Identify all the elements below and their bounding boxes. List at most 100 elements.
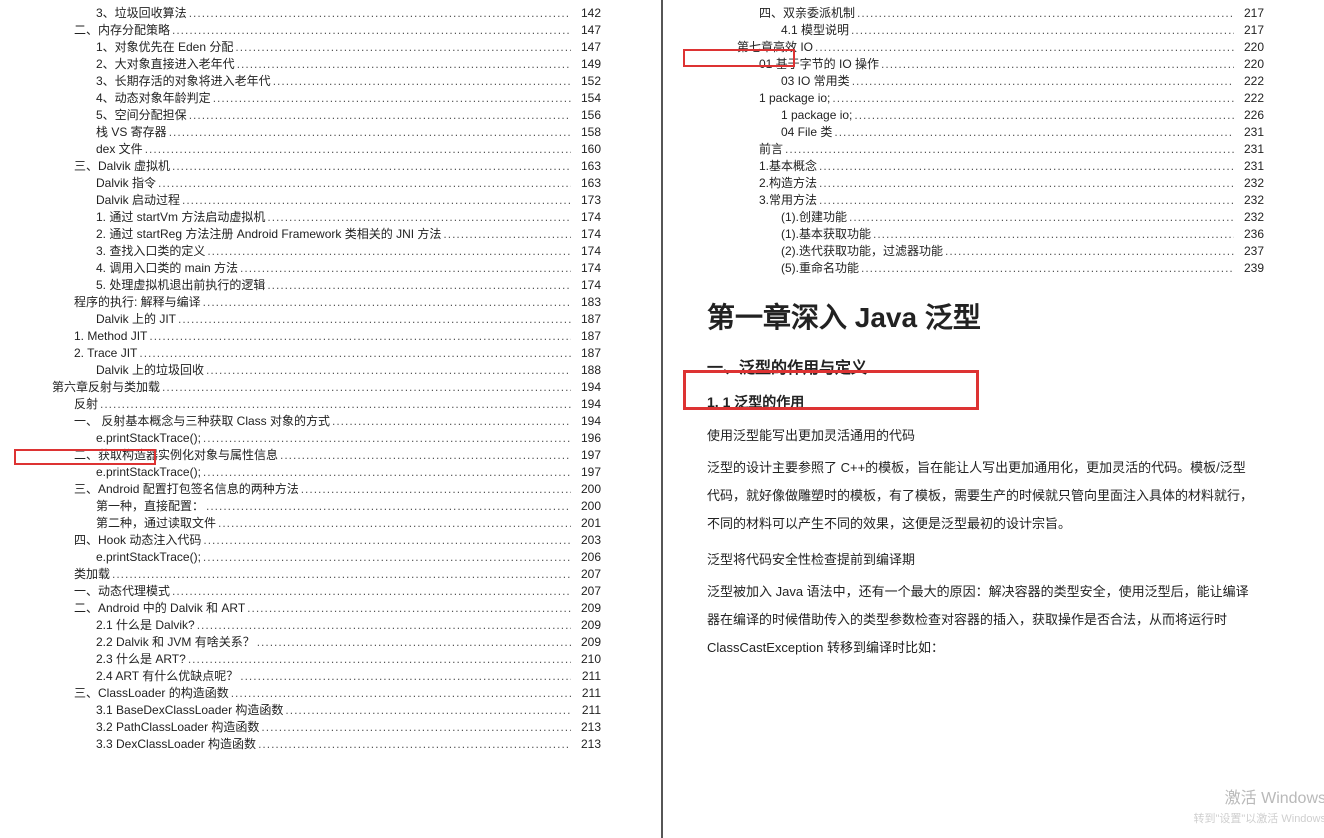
toc-entry[interactable]: 第一种，直接配置：...............................… [22,498,601,514]
toc-entry[interactable]: 1. 通过 startVm 方法启动虚拟机...................… [22,209,601,225]
toc-entry[interactable]: 1.基本概念..................................… [685,158,1264,174]
left-page: 3、垃圾回收算法................................… [0,0,661,838]
toc-entry[interactable]: 第二种，通过读取文件..............................… [22,515,601,531]
toc-entry[interactable]: Dalvik 指令...............................… [22,175,601,191]
toc-page-number: 173 [573,192,601,208]
toc-entry[interactable]: 3.3 DexClassLoader 构造函数.................… [22,736,601,752]
toc-entry[interactable]: 2、大对象直接进入老年代............................… [22,56,601,72]
toc-leader-dots: ........................................… [235,39,571,55]
toc-entry[interactable]: 1 package io;...........................… [685,90,1264,106]
toc-label: 2.1 什么是 Dalvik? [96,617,195,633]
toc-entry[interactable]: 2.4 ART 有什么优缺点呢？........................… [22,668,601,684]
toc-leader-dots: ........................................… [819,192,1234,208]
toc-entry[interactable]: 3. 查找入口类的定义.............................… [22,243,601,259]
toc-entry[interactable]: 4. 调用入口类的 main 方法.......................… [22,260,601,276]
toc-entry[interactable]: 04 File 类...............................… [685,124,1264,140]
toc-leader-dots: ........................................… [162,379,571,395]
toc-page-number: 226 [1236,107,1264,123]
toc-leader-dots: ........................................… [240,260,571,276]
toc-entry[interactable]: 4、动态对象年龄判定..............................… [22,90,601,106]
toc-entry[interactable]: 二、Android 中的 Dalvik 和 ART...............… [22,600,601,616]
toc-entry[interactable]: 4.1 模型说明................................… [685,22,1264,38]
toc-page-number: 209 [573,634,601,650]
toc-page-number: 187 [573,328,601,344]
toc-entry[interactable]: 03 IO 常用类...............................… [685,73,1264,89]
toc-leader-dots: ........................................… [172,158,571,174]
toc-entry[interactable]: 3.2 PathClassLoader 构造函数................… [22,719,601,735]
toc-leader-dots: ........................................… [206,362,571,378]
toc-entry[interactable]: 3、长期存活的对象将进入老年代.........................… [22,73,601,89]
toc-label: 第一种，直接配置： [96,498,204,514]
toc-entry[interactable]: 三、Dalvik 虚拟机............................… [22,158,601,174]
toc-page-number: 187 [573,345,601,361]
toc-label: (2).迭代获取功能，过滤器功能 [781,243,943,259]
toc-entry[interactable]: e.printStackTrace();....................… [22,464,601,480]
toc-leader-dots: ........................................… [149,328,571,344]
toc-entry[interactable]: Dalvik 启动过程.............................… [22,192,601,208]
highlight-chapter-6 [14,449,156,465]
toc-leader-dots: ........................................… [332,413,571,429]
toc-page-number: 207 [573,583,601,599]
toc-entry[interactable]: 3.常用方法..................................… [685,192,1264,208]
toc-entry[interactable]: 1. Method JIT...........................… [22,328,601,344]
toc-entry[interactable]: dex 文件..................................… [22,141,601,157]
toc-label: e.printStackTrace(); [96,549,201,565]
toc-entry[interactable]: (2).迭代获取功能，过滤器功能........................… [685,243,1264,259]
toc-page-number: 160 [573,141,601,157]
toc-entry[interactable]: 1、对象优先在 Eden 分配.........................… [22,39,601,55]
toc-page-number: 163 [573,158,601,174]
toc-entry[interactable]: Dalvik 上的垃圾回收...........................… [22,362,601,378]
toc-entry[interactable]: 1 package io;...........................… [685,107,1264,123]
toc-entry[interactable]: 反射......................................… [22,396,601,412]
toc-entry[interactable]: 四、双亲委派机制................................… [685,5,1264,21]
toc-page-number: 211 [573,702,601,718]
toc-entry[interactable]: (1).基本获取功能..............................… [685,226,1264,242]
watermark-line-2: 转到"设置"以激活 Windows [1194,810,1324,826]
toc-entry[interactable]: 三、ClassLoader 的构造函数.....................… [22,685,601,701]
toc-label: 5、空间分配担保 [96,107,187,123]
toc-entry[interactable]: 5、空间分配担保................................… [22,107,601,123]
toc-entry[interactable]: 一、 反射基本概念与三种获取 Class 对象的方式..............… [22,413,601,429]
toc-leader-dots: ........................................… [207,243,571,259]
toc-entry[interactable]: e.printStackTrace();....................… [22,430,601,446]
toc-entry[interactable]: e.printStackTrace();....................… [22,549,601,565]
toc-entry[interactable]: 2. 通过 startReg 方法注册 Android Framework 类相… [22,226,601,242]
toc-page-number: 231 [1236,124,1264,140]
toc-entry[interactable]: 2.1 什么是 Dalvik?.........................… [22,617,601,633]
toc-entry[interactable]: 2.3 什么是 ART?............................… [22,651,601,667]
toc-page-number: 197 [573,464,601,480]
toc-entry[interactable]: 四、Hook 动态注入代码...........................… [22,532,601,548]
toc-label: 三、Android 配置打包签名信息的两种方法 [74,481,299,497]
toc-entry[interactable]: (1).创建功能................................… [685,209,1264,225]
toc-entry[interactable]: 类加载.....................................… [22,566,601,582]
toc-entry[interactable]: Dalvik 上的 JIT...........................… [22,311,601,327]
toc-entry[interactable]: 前言......................................… [685,141,1264,157]
toc-entry[interactable]: 三、Android 配置打包签名信息的两种方法.................… [22,481,601,497]
toc-label: 前言 [759,141,783,157]
toc-entry[interactable]: 2.2 Dalvik 和 JVM 有啥关系？..................… [22,634,601,650]
toc-page-number: 187 [573,311,601,327]
toc-entry[interactable]: 栈 VS 寄存器................................… [22,124,601,140]
toc-page-number: 231 [1236,141,1264,157]
toc-entry[interactable]: 一、动态代理模式................................… [22,583,601,599]
toc-page-number: 163 [573,175,601,191]
toc-leader-dots: ........................................… [203,549,571,565]
toc-page-number: 147 [573,39,601,55]
toc-entry[interactable]: 第六章反射与类加载...............................… [22,379,601,395]
toc-label: 二、内存分配策略 [74,22,170,38]
toc-label: 三、ClassLoader 的构造函数 [74,685,229,701]
toc-entry[interactable]: 程序的执行: 解释与编译............................… [22,294,601,310]
toc-entry[interactable]: 3、垃圾回收算法................................… [22,5,601,21]
toc-entry[interactable]: 2.构造方法..................................… [685,175,1264,191]
toc-label: 04 File 类 [781,124,832,140]
toc-label: 3.3 DexClassLoader 构造函数 [96,736,256,752]
toc-leader-dots: ........................................… [189,107,571,123]
chapter-title: 第一章深入 Java 泛型 [707,296,1254,336]
toc-leader-dots: ........................................… [273,73,571,89]
toc-entry[interactable]: 3.1 BaseDexClassLoader 构造函数.............… [22,702,601,718]
toc-page-number: 217 [1236,22,1264,38]
toc-entry[interactable]: 二、内存分配策略................................… [22,22,601,38]
toc-entry[interactable]: 5. 处理虚拟机退出前执行的逻辑........................… [22,277,601,293]
toc-entry[interactable]: 2. Trace JIT............................… [22,345,601,361]
toc-entry[interactable]: (5).重命名功能...............................… [685,260,1264,276]
